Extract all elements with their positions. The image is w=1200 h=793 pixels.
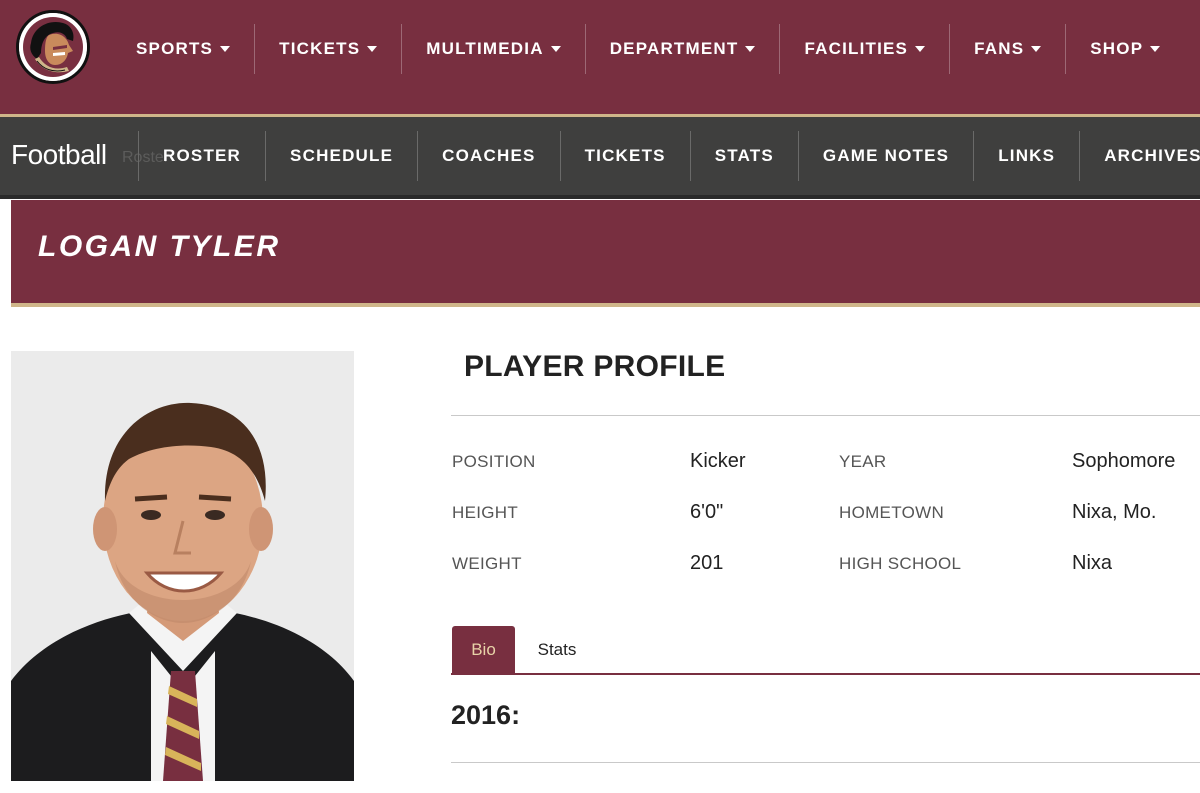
nav-multimedia[interactable]: MULTIMEDIA [401, 24, 584, 74]
subnav-links[interactable]: LINKS [973, 131, 1079, 181]
high-school-value: Nixa [1072, 552, 1113, 574]
sport-nav: ROSTER SCHEDULE COACHES TICKETS STATS GA… [138, 131, 1200, 181]
caret-down-icon [915, 46, 926, 52]
position-value: Kicker [690, 450, 746, 472]
nav-sports-label: SPORTS [136, 39, 214, 58]
seminole-logo[interactable] [16, 10, 90, 84]
nav-fans[interactable]: FANS [949, 24, 1065, 74]
caret-down-icon [550, 46, 561, 52]
subnav-archives[interactable]: ARCHIVES [1079, 131, 1200, 181]
caret-down-icon [367, 46, 378, 52]
caret-down-icon [745, 46, 756, 52]
weight-label: WEIGHT [452, 554, 522, 573]
weight-value: 201 [690, 552, 724, 574]
bio-year-heading: 2016: [451, 700, 521, 730]
profile-divider [451, 415, 1200, 416]
tab-stats[interactable]: Stats [525, 626, 589, 674]
hometown-value: Nixa, Mo. [1072, 501, 1157, 523]
hometown-label: HOMETOWN [839, 503, 945, 522]
year-label: YEAR [839, 452, 887, 471]
caret-down-icon [1150, 46, 1161, 52]
height-value: 6'0" [690, 501, 724, 523]
profile-title: PLAYER PROFILE [464, 350, 726, 383]
player-banner: LOGAN TYLER [11, 200, 1200, 307]
position-label: POSITION [452, 452, 536, 471]
nav-shop[interactable]: SHOP [1065, 24, 1184, 74]
subnav-game-notes[interactable]: GAME NOTES [797, 131, 973, 181]
primary-nav: SPORTS TICKETS MULTIMEDIA DEPARTMENT FAC… [112, 24, 1184, 74]
subnav-coaches[interactable]: COACHES [417, 131, 559, 181]
subnav-schedule[interactable]: SCHEDULE [265, 131, 417, 181]
height-label: HEIGHT [452, 503, 519, 522]
sport-subnav-bar: Roster Football ROSTER SCHEDULE COACHES … [0, 117, 1200, 199]
nav-fans-label: FANS [974, 39, 1025, 58]
player-name: LOGAN TYLER [38, 230, 281, 263]
bio-divider [451, 762, 1200, 763]
high-school-label: HIGH SCHOOL [839, 554, 962, 573]
nav-department[interactable]: DEPARTMENT [584, 24, 780, 74]
subnav-stats[interactable]: STATS [689, 131, 798, 181]
nav-sports[interactable]: SPORTS [112, 24, 254, 74]
nav-tickets-label: TICKETS [279, 39, 361, 58]
nav-facilities[interactable]: FACILITIES [779, 24, 949, 74]
tab-underline [451, 673, 1200, 675]
subnav-roster[interactable]: ROSTER [138, 131, 265, 181]
tab-bio[interactable]: Bio [452, 626, 515, 674]
sport-title[interactable]: Football [11, 139, 107, 171]
nav-multimedia-label: MULTIMEDIA [426, 39, 544, 58]
nav-shop-label: SHOP [1090, 39, 1144, 58]
nav-facilities-label: FACILITIES [804, 39, 909, 58]
top-navbar: SPORTS TICKETS MULTIMEDIA DEPARTMENT FAC… [0, 0, 1200, 117]
caret-down-icon [1031, 46, 1042, 52]
caret-down-icon [220, 46, 231, 52]
player-headshot [11, 351, 354, 781]
subnav-tickets[interactable]: TICKETS [559, 131, 690, 181]
nav-department-label: DEPARTMENT [609, 39, 739, 58]
year-value: Sophomore [1072, 450, 1176, 472]
nav-tickets[interactable]: TICKETS [254, 24, 401, 74]
